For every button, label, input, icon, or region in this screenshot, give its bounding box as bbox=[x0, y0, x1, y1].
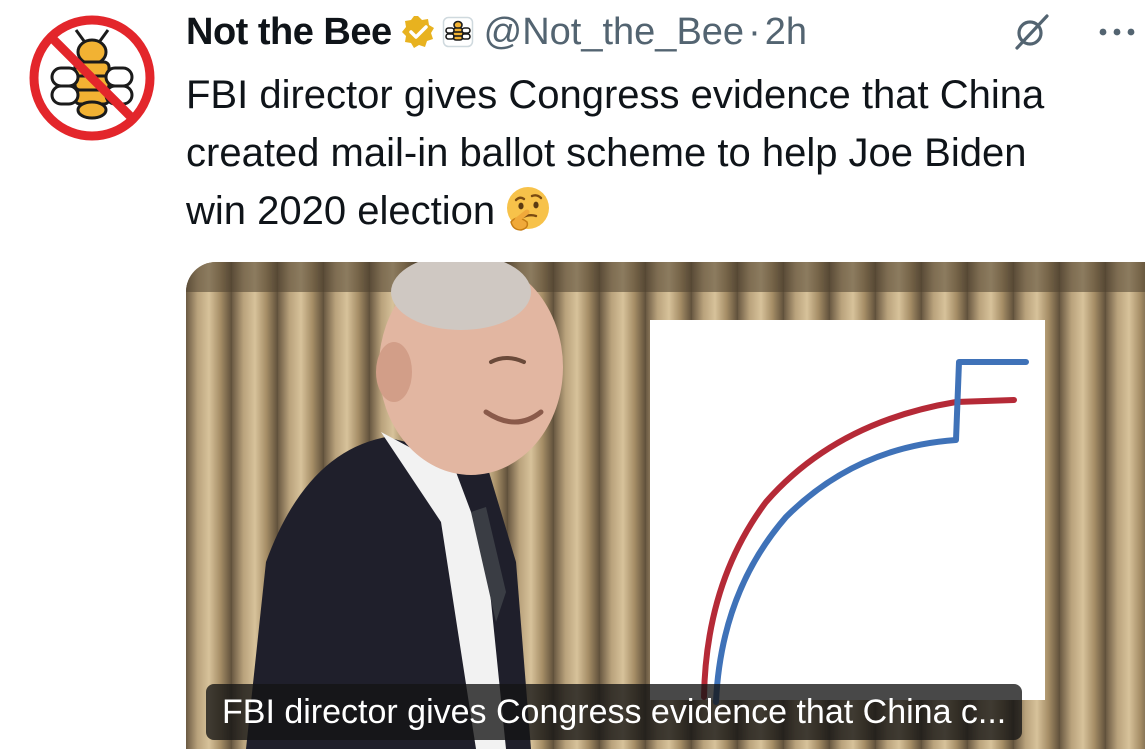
more-options-icon[interactable] bbox=[1094, 14, 1140, 50]
thinking-face-icon bbox=[507, 187, 550, 231]
author-name[interactable]: Not the Bee bbox=[186, 11, 392, 54]
photo-image bbox=[186, 262, 1145, 749]
tweet-timestamp[interactable]: 2h bbox=[765, 11, 807, 54]
grok-icon[interactable] bbox=[1011, 12, 1051, 52]
affiliate-bee-icon[interactable] bbox=[442, 16, 474, 48]
tweet-text-line: created mail-in ballot scheme to help Jo… bbox=[186, 131, 1027, 175]
tweet-text-line: win 2020 election bbox=[186, 182, 1145, 240]
author-handle[interactable]: @Not_the_Bee bbox=[484, 11, 744, 54]
tweet-media[interactable]: FBI director gives Congress evidence tha… bbox=[186, 262, 1145, 749]
separator-dot: · bbox=[748, 10, 761, 53]
tweet-text-line: FBI director gives Congress evidence tha… bbox=[186, 73, 1045, 117]
media-caption: FBI director gives Congress evidence tha… bbox=[206, 684, 1023, 740]
not-the-bee-logo bbox=[29, 15, 155, 141]
tweet-text: FBI director gives Congress evidence tha… bbox=[186, 66, 1145, 240]
tweet-text-line-content: win 2020 election bbox=[186, 189, 496, 233]
avatar[interactable] bbox=[28, 14, 156, 142]
verified-badge-icon[interactable] bbox=[400, 14, 436, 50]
tweet-header: Not the Bee @Not_the_Bee · 2h bbox=[186, 8, 1145, 56]
